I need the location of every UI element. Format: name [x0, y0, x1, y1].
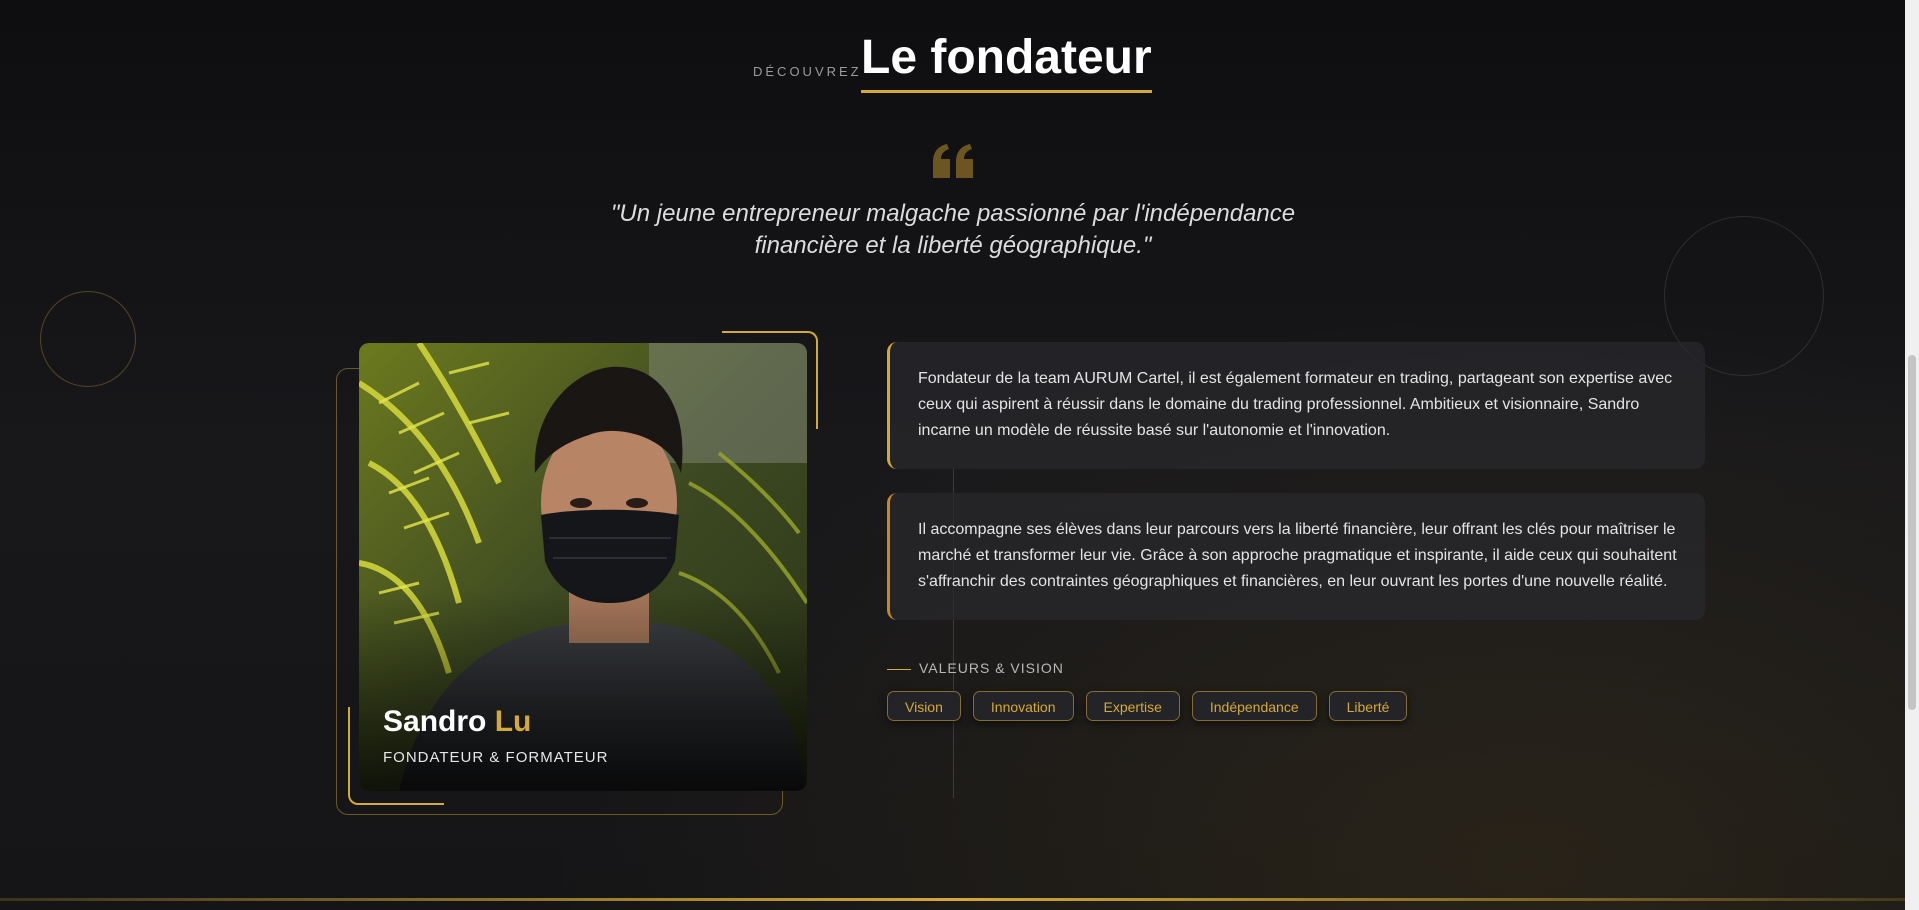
- section-eyebrow: DÉCOUVREZ: [753, 64, 862, 79]
- page-title: Le fondateur: [861, 31, 1152, 84]
- value-tag-expertise[interactable]: Expertise: [1085, 691, 1180, 721]
- founder-quote: "Un jeune entrepreneur malgache passionn…: [610, 200, 1296, 259]
- values-heading-line: [887, 668, 911, 670]
- title-underline: [861, 90, 1152, 93]
- values-tag-list: Vision Innovation Expertise Indépendance…: [887, 691, 1408, 721]
- page-scrollbar[interactable]: [1905, 0, 1919, 910]
- bio-card-1: Fondateur de la team AURUM Cartel, il es…: [887, 342, 1705, 469]
- value-tag-independance[interactable]: Indépendance: [1191, 691, 1317, 721]
- values-heading-label: VALEURS & VISION: [919, 660, 1064, 676]
- values-heading: VALEURS & VISION: [887, 660, 1064, 676]
- value-tag-vision[interactable]: Vision: [887, 691, 961, 721]
- bio-card-2-text: Il accompagne ses élèves dans leur parco…: [918, 521, 1677, 590]
- founder-first-name: Sandro: [383, 705, 487, 738]
- founder-name: Sandro Lu: [383, 705, 531, 739]
- bio-card-1-text: Fondateur de la team AURUM Cartel, il es…: [918, 370, 1673, 439]
- section-bottom-divider: [0, 898, 1905, 901]
- bio-card-2: Il accompagne ses élèves dans leur parco…: [887, 493, 1705, 620]
- value-tag-liberte[interactable]: Liberté: [1328, 691, 1408, 721]
- founder-section: DÉCOUVREZ Le fondateur "Un jeune entrepr…: [0, 0, 1905, 910]
- decorative-circle-left: [40, 291, 136, 387]
- founder-photo: Sandro Lu FONDATEUR & FORMATEUR: [359, 343, 807, 791]
- founder-last-name: Lu: [494, 705, 532, 738]
- founder-role: FONDATEUR & FORMATEUR: [383, 749, 609, 766]
- value-tag-innovation[interactable]: Innovation: [972, 691, 1074, 721]
- quote-icon: [931, 144, 975, 178]
- scrollbar-thumb[interactable]: [1908, 355, 1916, 710]
